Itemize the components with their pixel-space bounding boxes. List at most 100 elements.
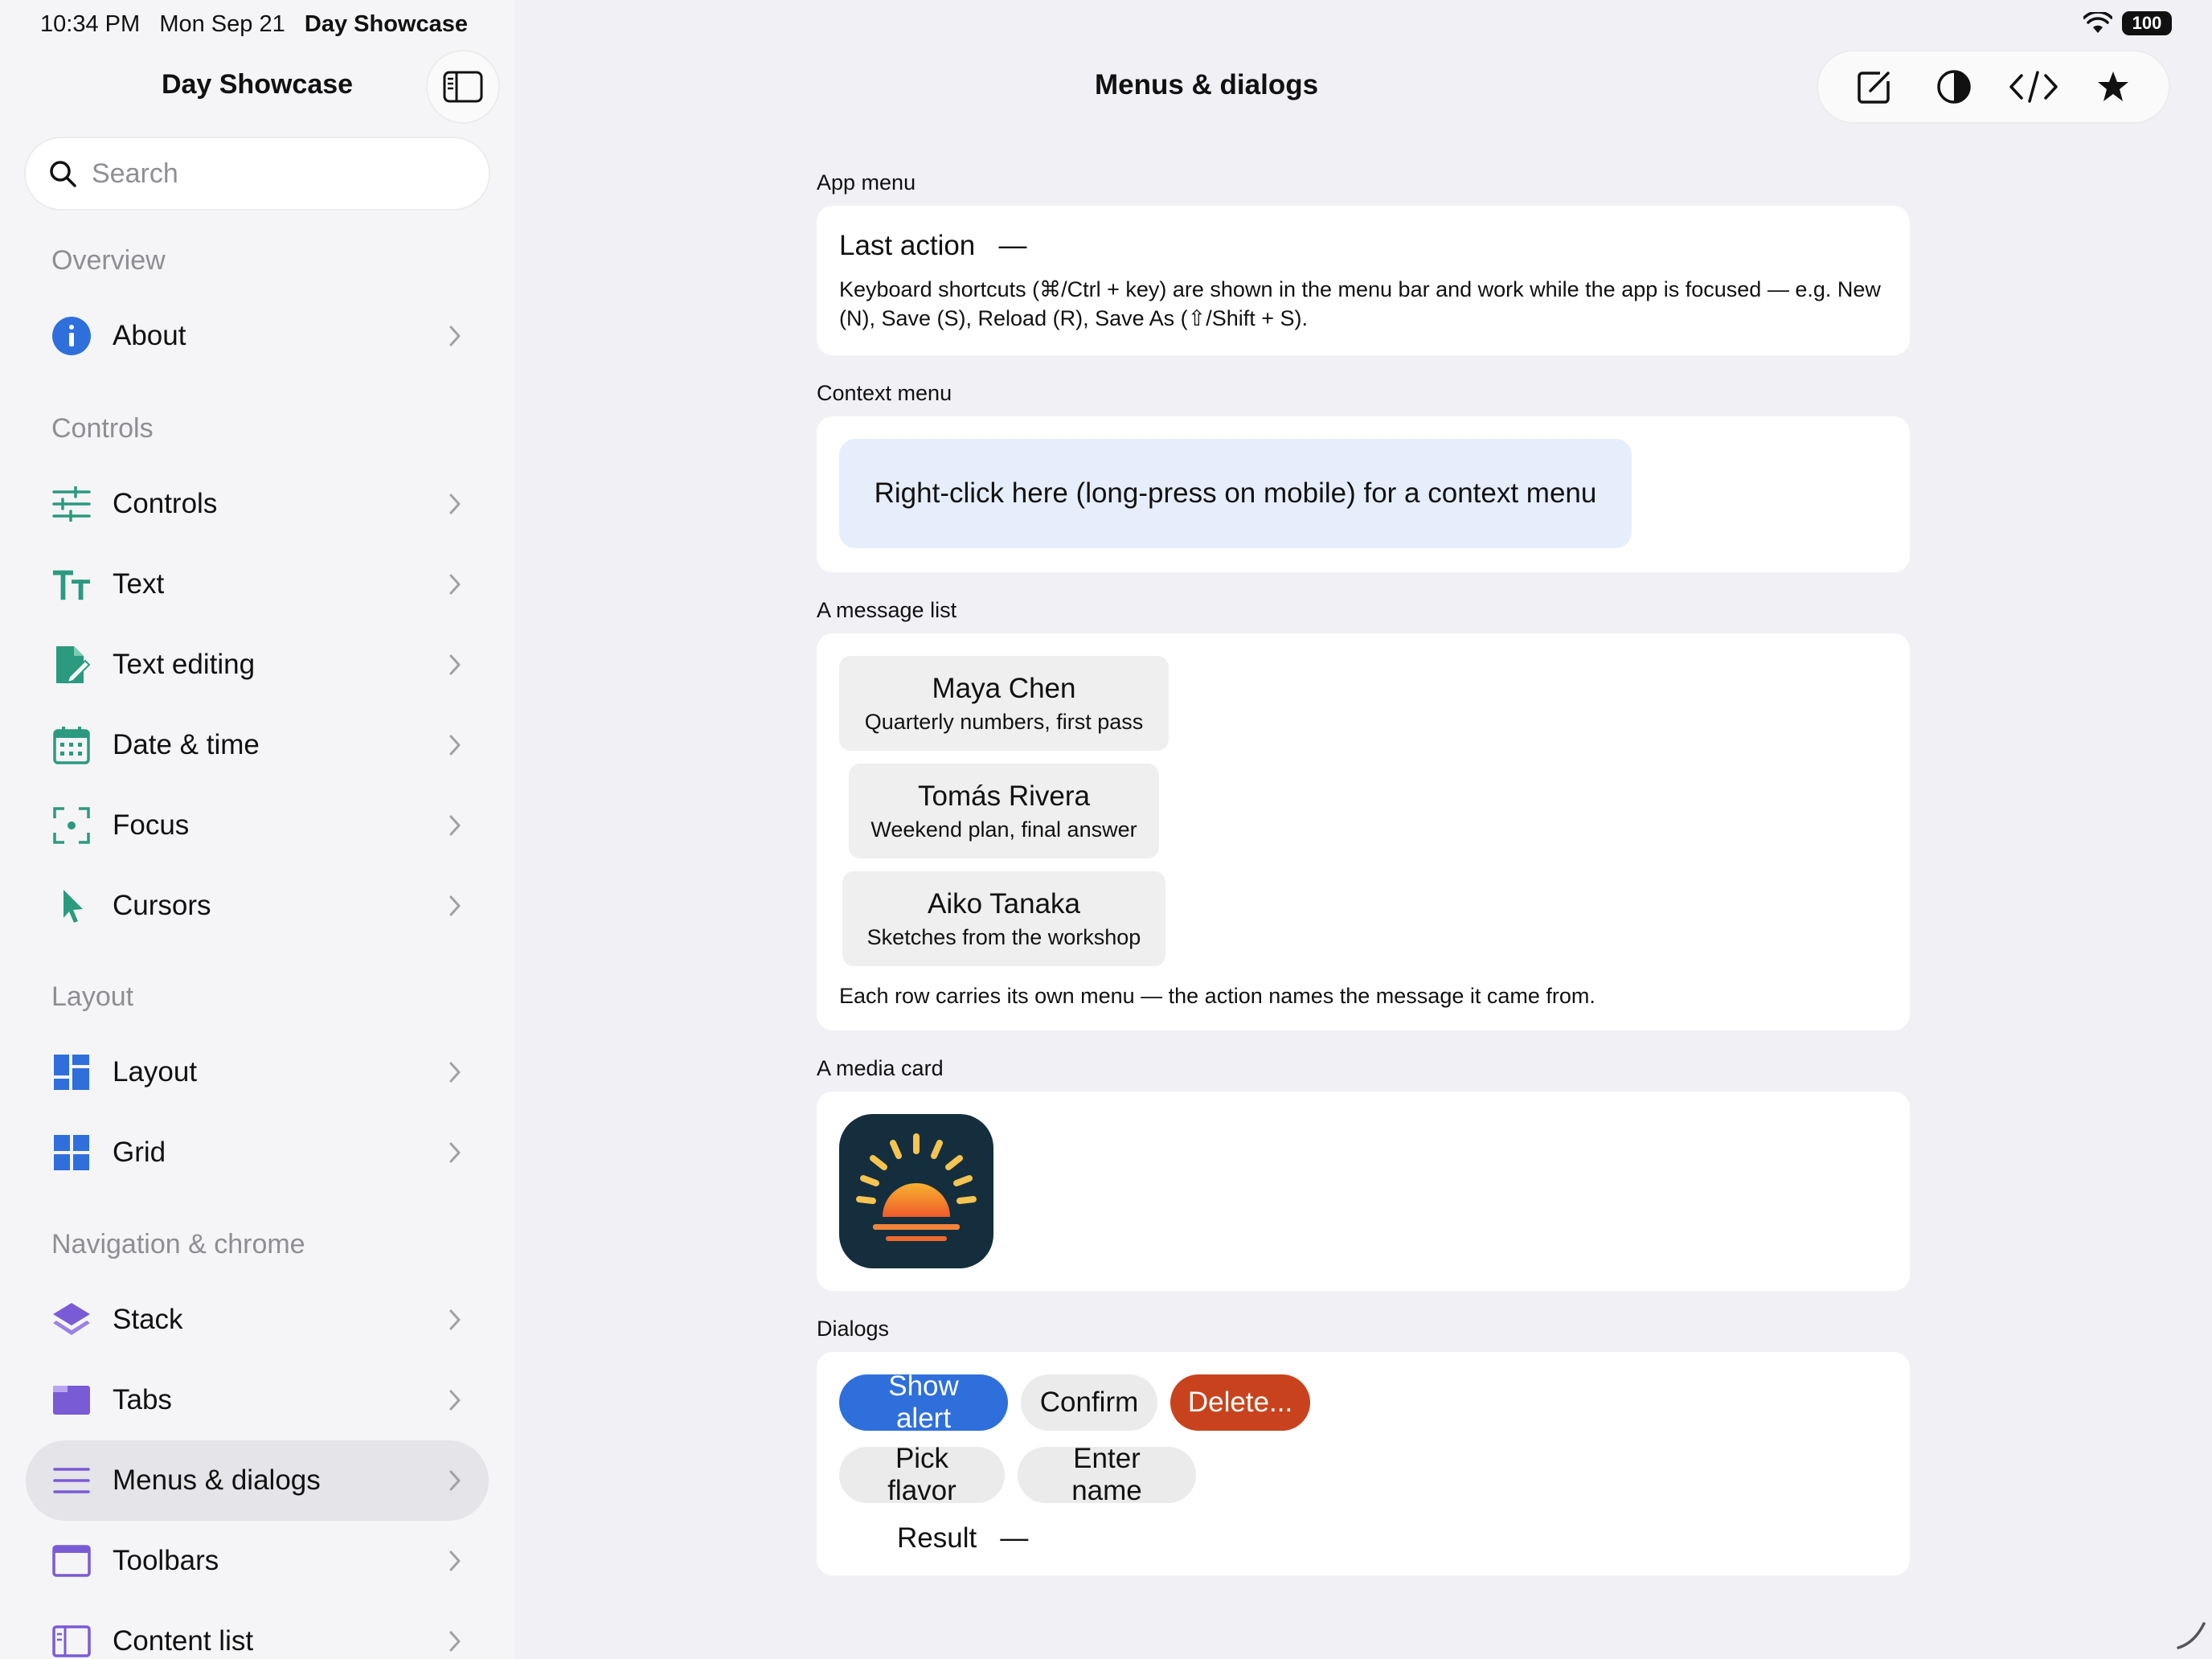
sidebar-item-label: Layout <box>113 1056 198 1088</box>
sidebar-item-about[interactable]: About <box>26 296 489 376</box>
sidebar-item-label: Date & time <box>113 729 260 760</box>
sidebar-item-toolbars[interactable]: Toolbars <box>26 1521 489 1601</box>
confirm-button[interactable]: Confirm <box>1021 1374 1157 1431</box>
section-label-dialogs: Dialogs <box>817 1317 890 1341</box>
layout-grid-icon <box>51 1052 92 1092</box>
chevron-right-icon <box>445 324 465 348</box>
message-sender: Maya Chen <box>932 672 1076 704</box>
chevron-right-icon <box>445 1141 465 1165</box>
appearance-button[interactable] <box>1928 61 1980 113</box>
calendar-icon <box>51 725 92 765</box>
status-date: Mon Sep 21 <box>159 11 285 37</box>
result-label: Result <box>897 1522 977 1554</box>
dialog-result-readout: Result — <box>897 1522 1028 1555</box>
status-time: 10:34 PM <box>40 11 141 37</box>
chevron-right-icon <box>445 1629 465 1653</box>
message-row[interactable]: Tomás Rivera Weekend plan, final answer <box>849 764 1159 858</box>
grid-icon <box>51 1133 92 1173</box>
status-app-name: Day Showcase <box>304 11 468 37</box>
pick-flavor-button[interactable]: Pick flavor <box>839 1443 1005 1506</box>
sidebar-item-label: Menus & dialogs <box>113 1464 321 1496</box>
chevron-right-icon <box>445 1308 465 1332</box>
cursor-arrow-icon <box>51 886 92 926</box>
section-label-media-card: A media card <box>817 1056 944 1080</box>
sidebar-item-label: Cursors <box>113 890 211 921</box>
last-action-label: Last action <box>839 230 976 261</box>
search-icon <box>50 161 76 187</box>
section-label-context-menu: Context menu <box>817 381 952 405</box>
favorite-button[interactable] <box>2087 61 2139 113</box>
sidebar-item-content-list[interactable]: Content list <box>26 1601 489 1659</box>
app-menu-card: Last action — Keyboard shortcuts (⌘/Ctrl… <box>817 206 1910 355</box>
split-view-icon <box>51 1621 92 1659</box>
message-list-note: Each row carries its own menu — the acti… <box>839 984 1596 1008</box>
section-header-controls: Controls <box>51 413 154 444</box>
sidebar-item-label: Controls <box>113 488 218 519</box>
search-field[interactable] <box>24 137 490 211</box>
show-alert-button[interactable]: Show alert <box>839 1370 1008 1434</box>
menu-lines-icon <box>51 1460 92 1501</box>
search-input[interactable] <box>92 158 445 190</box>
message-row[interactable]: Maya Chen Quarterly numbers, first pass <box>839 656 1169 751</box>
sunrise-app-icon[interactable] <box>839 1114 993 1268</box>
compose-icon <box>1857 72 1890 104</box>
sidebar-item-label: Stack <box>113 1304 183 1335</box>
status-bar-right: 100 <box>2083 11 2172 35</box>
sidebar-item-menus-dialogs[interactable]: Menus & dialogs <box>26 1440 489 1521</box>
window-toolbar-icon <box>51 1541 92 1581</box>
section-header-navigation: Navigation & chrome <box>51 1229 305 1260</box>
code-icon <box>2009 71 2058 103</box>
sidebar-icon <box>443 71 483 103</box>
sidebar-item-label: Toolbars <box>113 1545 219 1576</box>
context-menu-card: Right-click here (long-press on mobile) … <box>817 416 1910 572</box>
sidebar-item-date-time[interactable]: Date & time <box>26 705 489 785</box>
chevron-right-icon <box>445 1060 465 1084</box>
battery-indicator: 100 <box>2122 11 2172 35</box>
sidebar-item-label: Grid <box>113 1137 166 1168</box>
document-edit-icon <box>51 645 92 685</box>
enter-name-button[interactable]: Enter name <box>1018 1443 1196 1506</box>
message-row[interactable]: Aiko Tanaka Sketches from the workshop <box>842 871 1165 966</box>
sidebar-item-layout[interactable]: Layout <box>26 1032 489 1112</box>
sidebar-item-text[interactable]: Text <box>26 544 489 625</box>
status-bar-left: 10:34 PM Mon Sep 21 Day Showcase <box>40 11 468 38</box>
compose-button[interactable] <box>1849 61 1900 113</box>
code-button[interactable] <box>2008 61 2059 113</box>
chevron-right-icon <box>445 1549 465 1573</box>
chevron-right-icon <box>445 1388 465 1412</box>
sidebar-toggle-button[interactable] <box>426 50 500 124</box>
sidebar-item-stack[interactable]: Stack <box>26 1280 489 1360</box>
tabs-folder-icon <box>51 1380 92 1420</box>
sidebar-item-label: Content list <box>113 1625 254 1657</box>
chevron-right-icon <box>445 492 465 516</box>
sidebar-item-focus[interactable]: Focus <box>26 785 489 866</box>
section-label-message-list: A message list <box>817 598 957 622</box>
context-menu-target[interactable]: Right-click here (long-press on mobile) … <box>839 439 1632 548</box>
text-format-icon <box>51 564 92 604</box>
media-card <box>817 1092 1910 1291</box>
info-icon <box>51 316 92 356</box>
chevron-right-icon <box>445 894 465 918</box>
sidebar-item-cursors[interactable]: Cursors <box>26 866 489 946</box>
delete-button[interactable]: Delete... <box>1170 1374 1310 1431</box>
focus-viewfinder-icon <box>51 805 92 846</box>
sidebar-item-text-editing[interactable]: Text editing <box>26 625 489 705</box>
message-sender: Aiko Tanaka <box>927 887 1081 920</box>
chevron-right-icon <box>445 653 465 677</box>
sidebar-item-label: About <box>113 320 186 351</box>
message-sender: Tomás Rivera <box>918 780 1090 812</box>
chevron-right-icon <box>445 572 465 596</box>
sidebar-item-label: Text editing <box>113 649 256 680</box>
chevron-right-icon <box>445 733 465 757</box>
sidebar-item-tabs[interactable]: Tabs <box>26 1360 489 1440</box>
sidebar-item-label: Focus <box>113 809 190 841</box>
main-content: 100 Menus & dialogs App menu Last action… <box>514 0 2212 1659</box>
message-subject: Weekend plan, final answer <box>870 817 1137 842</box>
sidebar-item-controls[interactable]: Controls <box>26 464 489 544</box>
section-header-overview: Overview <box>51 245 166 276</box>
message-subject: Quarterly numbers, first pass <box>864 709 1144 734</box>
sidebar-item-grid[interactable]: Grid <box>26 1112 489 1193</box>
star-icon <box>2097 72 2128 101</box>
keyboard-shortcut-hint: Keyboard shortcuts (⌘/Ctrl + key) are sh… <box>839 277 1881 330</box>
chevron-right-icon <box>445 1469 465 1493</box>
